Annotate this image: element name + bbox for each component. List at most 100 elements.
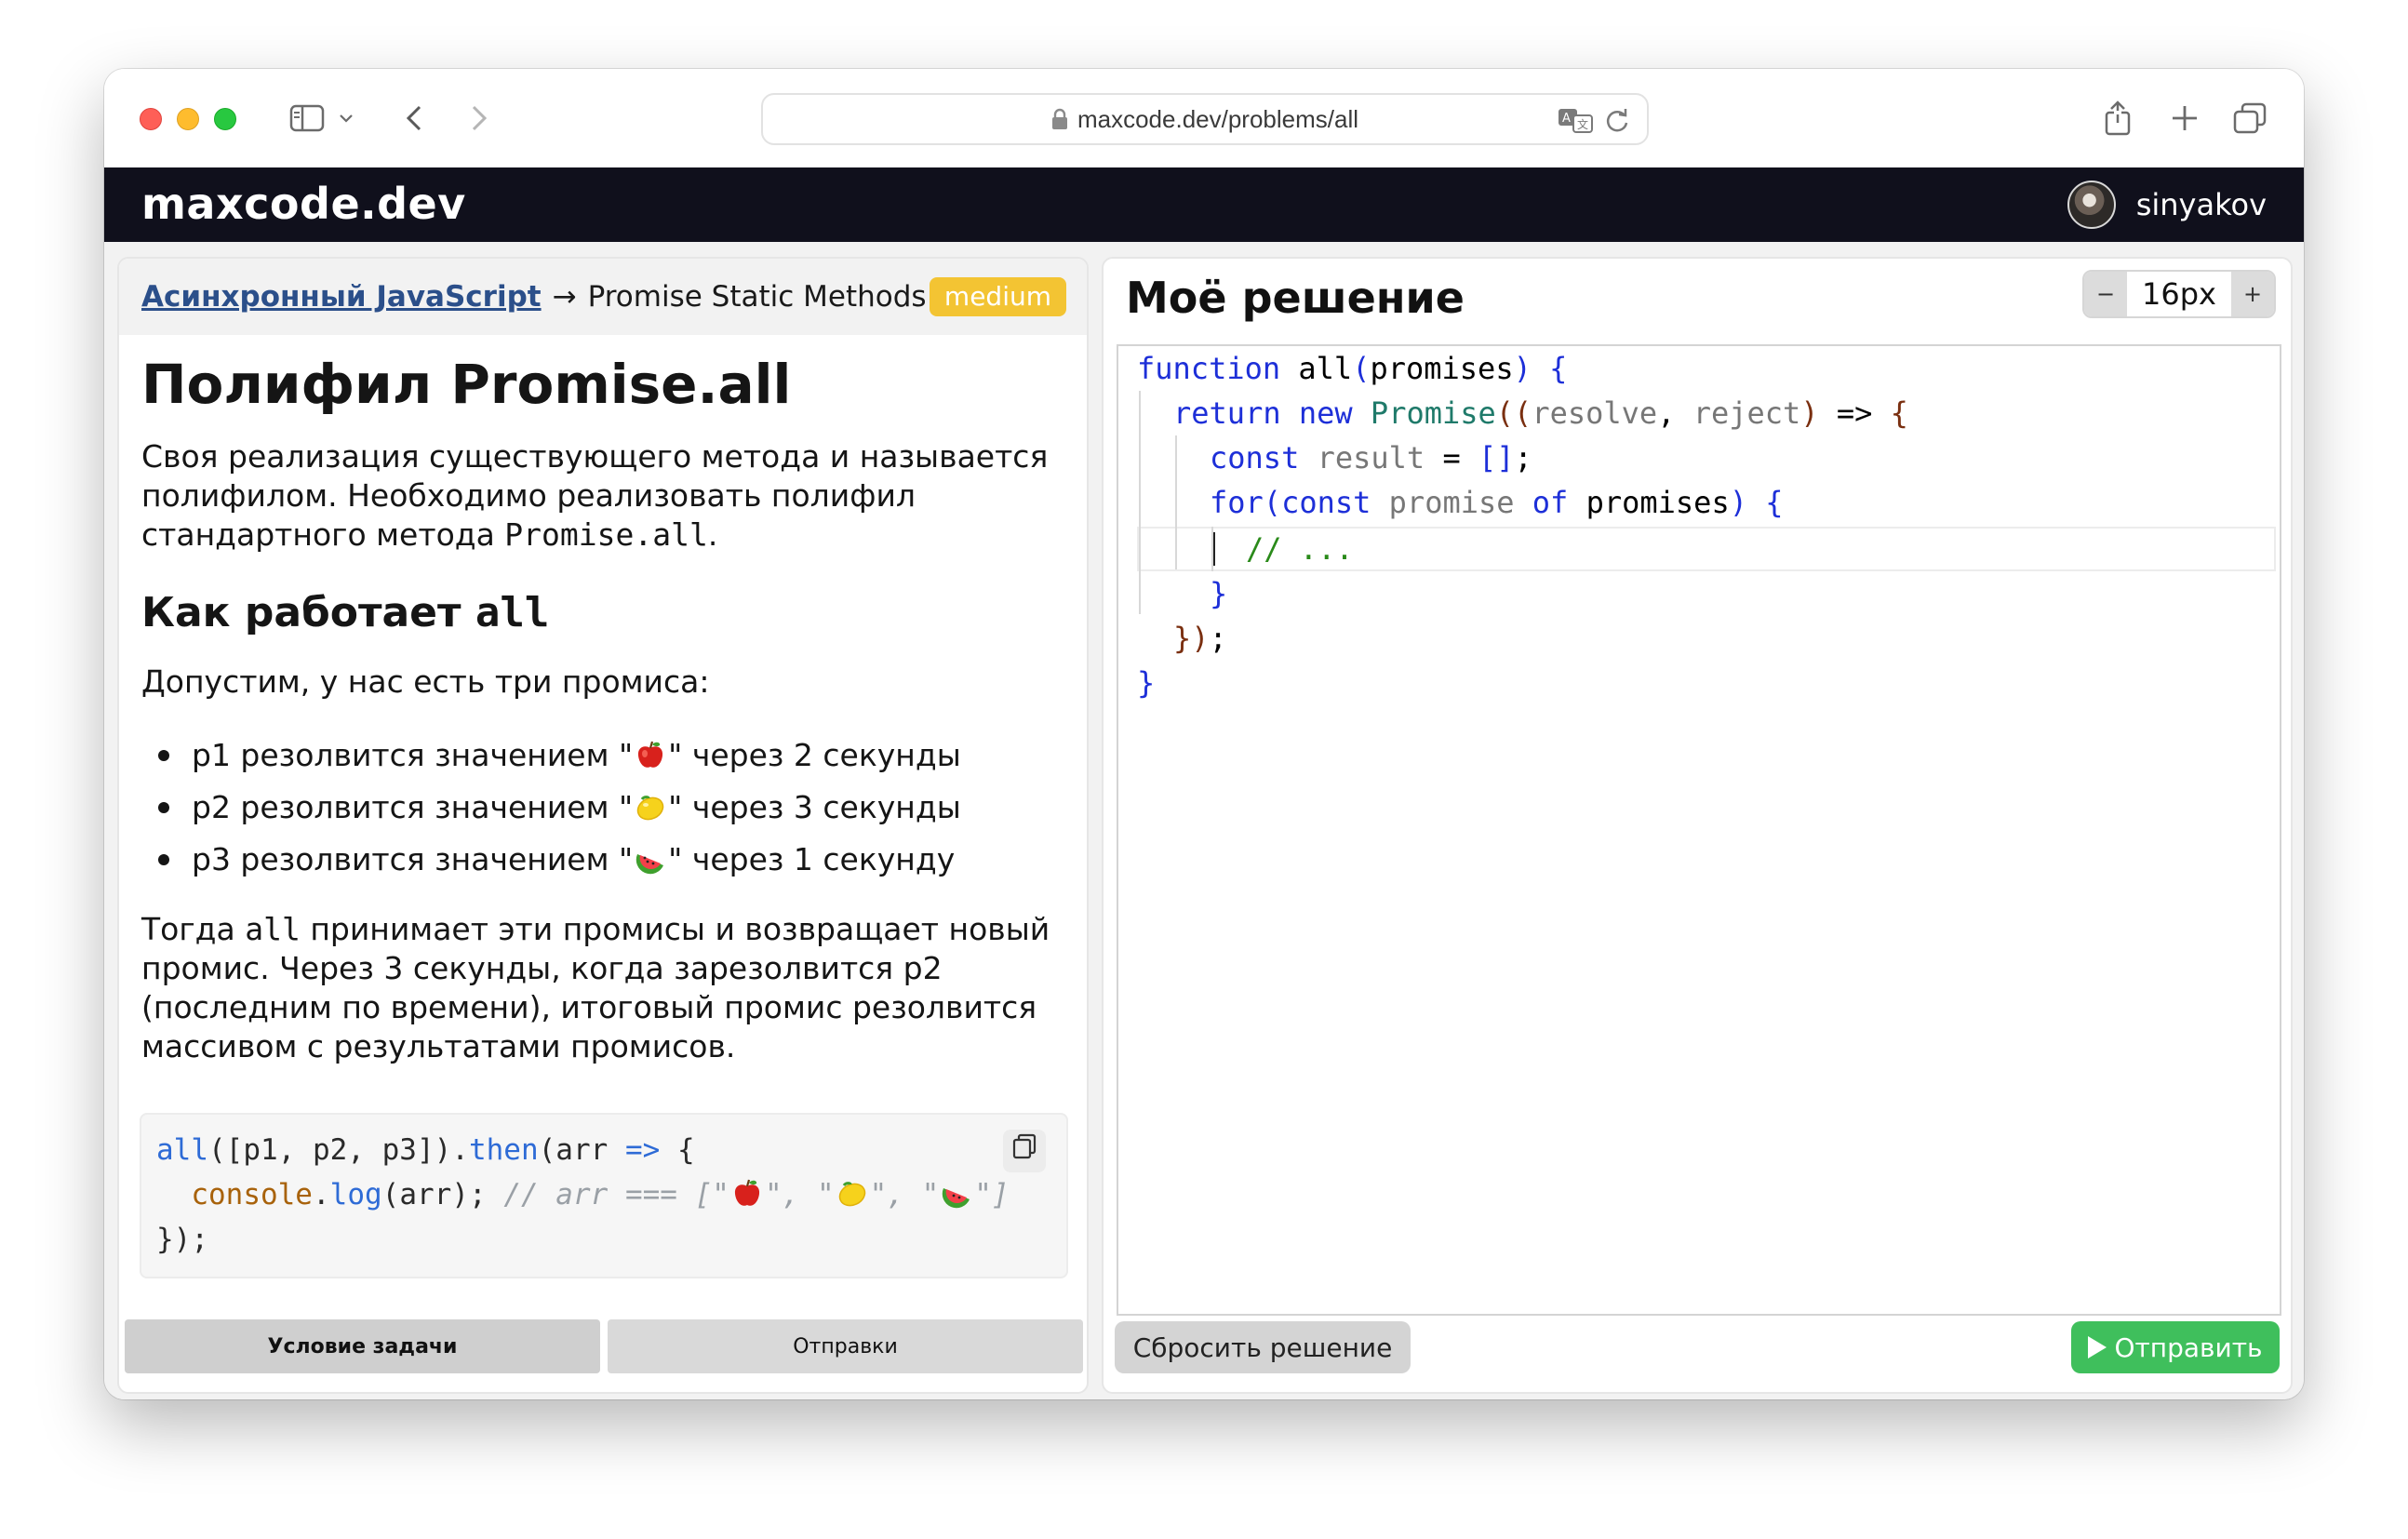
code-token: } [1210, 576, 1228, 611]
minimize-window-button[interactable] [177, 108, 199, 130]
play-icon [2088, 1336, 2107, 1358]
code-token: const [1210, 440, 1300, 475]
code-token: } [1137, 665, 1156, 701]
user-menu[interactable]: sinyakov [2067, 181, 2267, 229]
code-token: ) [1800, 395, 1819, 431]
section-heading: Как работает all [141, 588, 1072, 638]
url-text: maxcode.dev/problems/all [1077, 104, 1359, 133]
site-header: maxcode.dev sinyakov [104, 167, 2304, 242]
code-token: => [1818, 395, 1873, 431]
code-token: reject [1692, 395, 1801, 431]
svg-text:A: A [1562, 112, 1571, 126]
sidebar-icon[interactable] [287, 97, 328, 140]
tabs-overview-icon[interactable] [2231, 97, 2268, 140]
code-token: }); [156, 1223, 208, 1256]
forward-icon[interactable] [465, 97, 493, 140]
code-token: ([p1, p2, p3]). [208, 1133, 469, 1167]
back-icon[interactable] [400, 97, 428, 140]
zoom-window-button[interactable] [214, 108, 236, 130]
submit-button[interactable]: Отправить [2071, 1321, 2280, 1373]
code-token: => [624, 1133, 661, 1167]
address-bar[interactable]: maxcode.dev/problems/all A文 [761, 93, 1649, 145]
code-comment: ", " [869, 1178, 940, 1211]
copy-code-button[interactable] [1003, 1130, 1046, 1172]
apple-icon [731, 1178, 763, 1210]
list-item-text: p2 резолвится значением " [192, 789, 634, 825]
submit-label: Отправить [2114, 1332, 2263, 1363]
code-token: result [1299, 440, 1425, 475]
list-item-text-end: " через 3 секунды [668, 789, 961, 825]
code-token: promises [1370, 351, 1514, 386]
breadcrumb-link-topic[interactable]: Асинхронный JavaScript [141, 280, 542, 314]
share-icon[interactable] [2101, 97, 2134, 140]
code-editor[interactable]: function all(promises) { return new Prom… [1117, 344, 2281, 1316]
site-logo[interactable]: maxcode.dev [141, 179, 466, 229]
code-comment: // ... [1246, 531, 1354, 567]
breadcrumb: Асинхронный JavaScript → Promise Static … [119, 259, 1087, 335]
code-token: ( [1352, 351, 1371, 386]
watermelon-icon [941, 1178, 972, 1210]
code-token: (( [1495, 395, 1532, 431]
code-line: } [1137, 571, 1227, 616]
font-size-increase-button[interactable]: + [2231, 272, 2274, 316]
font-size-decrease-button[interactable]: − [2084, 272, 2127, 316]
lemon-icon [836, 1178, 868, 1210]
tab-submissions[interactable]: Отправки [608, 1319, 1083, 1373]
code-token: { [1531, 351, 1568, 386]
promise-list: p1 резолвится значением " " через 2 секун… [141, 729, 1072, 886]
code-token: for [1210, 485, 1264, 520]
example-code-block: all([p1, p2, p3]).then(arr => { console.… [140, 1113, 1068, 1278]
apple-icon [635, 740, 666, 771]
list-item-text-end: " через 1 секунду [668, 841, 956, 877]
inline-code: all [245, 911, 301, 947]
code-token: ) [1513, 351, 1532, 386]
code-line: function all(promises) { [1137, 346, 1567, 391]
difficulty-badge: medium [929, 277, 1066, 316]
code-token: log [329, 1178, 382, 1211]
list-item: p1 резолвится значением " " через 2 секун… [141, 729, 1072, 782]
font-size-control: − 16px + [2082, 270, 2276, 318]
result-paragraph: Тогда all принимает эти промисы и возвра… [141, 910, 1072, 1066]
lemon-icon [635, 792, 666, 823]
close-window-button[interactable] [140, 108, 162, 130]
reset-solution-button[interactable]: Сбросить решение [1115, 1321, 1411, 1373]
code-line: } [1137, 661, 1155, 705]
translate-icon[interactable]: A文 [1558, 106, 1595, 141]
problem-panel: Асинхронный JavaScript → Promise Static … [117, 257, 1089, 1394]
code-token: all [1280, 351, 1353, 386]
avatar[interactable] [2067, 181, 2116, 229]
intro-paragraph: Своя реализация существующего метода и н… [141, 437, 1072, 555]
code-token: Promise [1352, 395, 1496, 431]
list-item: p3 резолвится значением " " через 1 секун… [141, 834, 1072, 886]
username[interactable]: sinyakov [2136, 187, 2267, 222]
code-token: then [468, 1133, 539, 1167]
browser-window: maxcode.dev/problems/all A文 maxcode.dev [104, 69, 2304, 1399]
lock-icon [1051, 108, 1068, 130]
code-token: function [1137, 351, 1281, 386]
code-token: resolve [1532, 395, 1658, 431]
code-token: ) [1191, 621, 1210, 656]
watermelon-icon [635, 844, 666, 876]
copy-icon [1010, 1129, 1038, 1173]
code-token: . [312, 1178, 330, 1211]
list-item: p2 резолвится значением " " через 3 секун… [141, 782, 1072, 834]
breadcrumb-current: Promise Static Methods [587, 280, 927, 314]
problem-title: Полифил Promise.all [141, 353, 792, 416]
code-line: }); [1137, 616, 1227, 661]
code-line: // ... [1137, 527, 1354, 571]
code-token: (arr); [381, 1178, 504, 1211]
browser-toolbar: maxcode.dev/problems/all A文 [104, 69, 2304, 167]
list-item-text: p1 резолвится значением " [192, 737, 634, 773]
chevron-down-icon[interactable] [335, 97, 357, 140]
code-token: const [1281, 485, 1371, 520]
new-tab-icon[interactable] [2168, 97, 2201, 140]
code-token: ) [1729, 485, 1747, 520]
code-token: promises [1568, 485, 1730, 520]
reload-icon[interactable] [1604, 106, 1630, 141]
code-token: new [1280, 395, 1353, 431]
code-token: } [1173, 621, 1192, 656]
tab-problem-statement[interactable]: Условие задачи [125, 1319, 600, 1373]
code-line: for(const promise of promises) { [1137, 480, 1784, 525]
font-size-value: 16px [2142, 276, 2216, 312]
